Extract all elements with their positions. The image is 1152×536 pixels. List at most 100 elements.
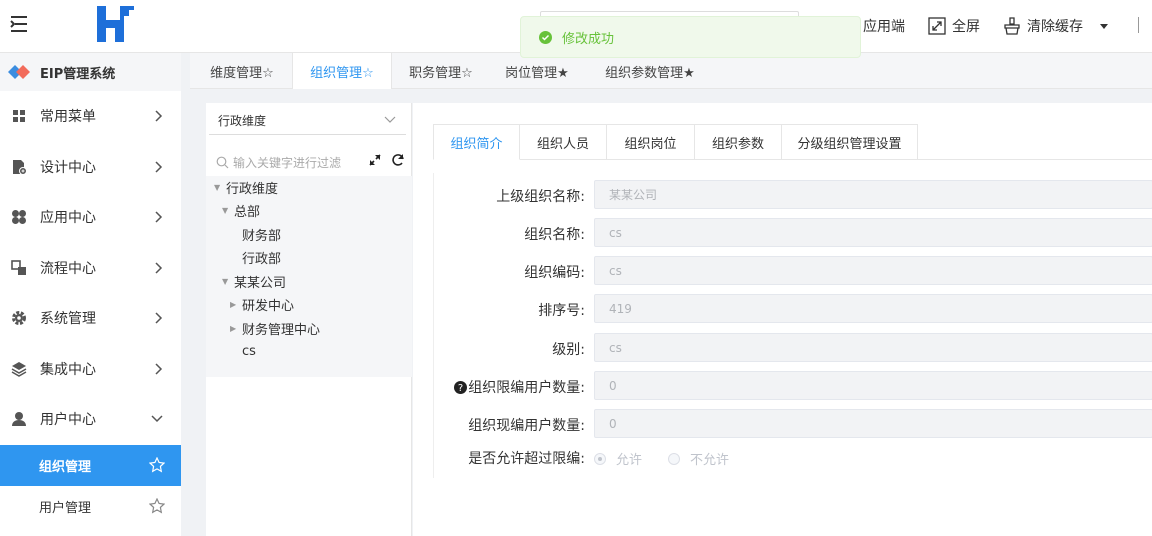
chevron-right-icon (155, 161, 163, 173)
tree-node-cs[interactable]: cs (242, 341, 256, 361)
sidebar-item-user-center[interactable]: 用户中心 (0, 394, 181, 445)
tab-duty-management[interactable]: 职务管理☆ (396, 53, 486, 89)
tree-node-headquarters[interactable]: ▼ 总部 (222, 200, 260, 220)
sidebar-item-label: 流程中心 (40, 260, 96, 277)
tab-label: 维度管理☆ (210, 65, 274, 81)
sidebar: EIP管理系统 常用菜单 设计中心 应用中心 流程中心 系统管理 集成中心 用户… (0, 53, 181, 536)
org-detail-panel: 组织简介 组织人员 组织岗位 组织参数 分级组织管理设置 上级组织名称: 某某公… (413, 103, 1152, 536)
tab-org-params-management[interactable]: 组织参数管理★ (595, 53, 705, 89)
current-users-field[interactable]: 0 (594, 409, 1152, 438)
app-root: 应用端 全屏 清除缓存 修改成功 EIP管理系统 常用菜单 设计中心 应用中心 … (0, 0, 1152, 536)
tab-label: 岗位管理★ (505, 65, 569, 81)
tree-node-finance-dept[interactable]: 财务部 (242, 224, 281, 244)
expand-icon[interactable] (368, 153, 382, 167)
sidebar-subitem-user-management[interactable]: 用户管理 (0, 486, 181, 527)
app-end-button[interactable]: 应用端 (863, 14, 905, 38)
grid-icon (10, 107, 28, 125)
refresh-icon[interactable] (391, 153, 405, 167)
sidebar-item-flow-center[interactable]: 流程中心 (0, 243, 181, 294)
tab-label: 组织简介 (450, 136, 503, 152)
tab-label: 组织管理☆ (310, 66, 374, 81)
user-limit-value: 0 (609, 378, 617, 393)
tab-org-management[interactable]: 组织管理☆ (292, 53, 392, 90)
tab-graded-org-settings[interactable]: 分级组织管理设置 (782, 124, 918, 160)
chevron-down-icon (384, 116, 396, 123)
org-tree-panel: 行政维度 输入关键字进行过滤 ▼ 行政维度 ▼ 总部 财务部 行政部 ▼ 某某公司 ▶… (206, 103, 412, 536)
chevron-right-icon (155, 363, 163, 375)
tree-node-label: 财务部 (242, 228, 282, 244)
sort-label: 排序号: (538, 303, 585, 319)
tree-node-dimension[interactable]: ▼ 行政维度 (214, 177, 278, 197)
form-row-org-name: 组织名称: cs (434, 218, 1152, 247)
tree-node-label: 某某公司 (234, 275, 287, 291)
tab-org-params[interactable]: 组织参数 (695, 124, 782, 160)
tab-label: 组织参数管理★ (605, 65, 695, 81)
caret-down-icon[interactable] (1099, 14, 1115, 38)
clear-cache-button[interactable]: 清除缓存 (1003, 14, 1083, 38)
tab-org-intro[interactable]: 组织简介 (433, 124, 520, 160)
tree-node-label: 总部 (234, 204, 261, 220)
tab-org-members[interactable]: 组织人员 (520, 124, 607, 160)
sidebar-item-system-management[interactable]: 系统管理 (0, 293, 181, 344)
clear-cache-label: 清除缓存 (1027, 19, 1083, 35)
sort-value: 419 (609, 301, 632, 316)
user-limit-label: ? 组织限编用户数量: (454, 377, 585, 397)
tree-node-finance-center[interactable]: ▶ 财务管理中心 (230, 318, 320, 338)
help-icon[interactable]: ? (454, 380, 468, 394)
chevron-right-icon (155, 211, 163, 223)
org-code-value: cs (609, 263, 622, 278)
tree-tools (368, 153, 405, 167)
tab-org-posts[interactable]: 组织岗位 (607, 124, 695, 160)
star-outline-icon[interactable] (149, 498, 165, 514)
sidebar-item-common-menu[interactable]: 常用菜单 (0, 91, 181, 142)
caret-right-icon: ▶ (230, 323, 237, 333)
broom-icon (1004, 17, 1020, 35)
parent-org-field[interactable]: 某某公司 (594, 180, 1152, 209)
form-row-current-users: 组织现编用户数量: 0 (434, 409, 1152, 438)
sidebar-brand: EIP管理系统 (0, 53, 181, 91)
sidebar-subitem-org-management[interactable]: 组织管理 (0, 444, 181, 486)
org-code-field[interactable]: cs (594, 256, 1152, 285)
sidebar-item-label: 常用菜单 (40, 109, 96, 126)
user-limit-field[interactable]: 0 (594, 371, 1152, 400)
h-logo-icon[interactable] (93, 4, 137, 44)
tree-node-admin-dept[interactable]: 行政部 (242, 247, 281, 267)
allow-radio-label: 允许 (616, 453, 643, 468)
design-icon (10, 158, 28, 176)
svg-text:?: ? (458, 383, 463, 394)
form-row-sort: 排序号: 419 (434, 294, 1152, 323)
tab-dimension-management[interactable]: 维度管理☆ (193, 53, 291, 89)
allow-exceed-radio-group: 允许 不允许 (594, 449, 729, 468)
tab-label: 组织人员 (536, 136, 589, 152)
menu-fold-icon[interactable] (10, 15, 28, 33)
org-code-label: 组织编码: (524, 265, 585, 281)
caret-right-icon: ▶ (230, 299, 237, 309)
apps-icon (10, 208, 28, 226)
chevron-right-icon (155, 312, 163, 324)
form-row-allow-exceed: 是否允许超过限编: 允许 不允许 (434, 442, 1152, 471)
sidebar-item-integration-center[interactable]: 集成中心 (0, 344, 181, 395)
allow-exceed-label: 是否允许超过限编: (468, 451, 585, 467)
chevron-right-icon (155, 262, 163, 274)
page-tabs: 维度管理☆ 组织管理☆ 职务管理☆ 岗位管理★ 组织参数管理★ (190, 53, 1152, 90)
flow-icon (10, 259, 28, 277)
tree-node-rd-center[interactable]: ▶ 研发中心 (230, 294, 294, 314)
tree-node-label: cs (242, 343, 256, 359)
sidebar-item-design-center[interactable]: 设计中心 (0, 142, 181, 193)
form-row-user-limit: ? 组织限编用户数量: 0 (434, 371, 1152, 400)
tab-post-management[interactable]: 岗位管理★ (492, 53, 582, 89)
toolbar-divider (1138, 17, 1139, 33)
deny-radio[interactable] (668, 452, 681, 465)
sort-field[interactable]: 419 (594, 294, 1152, 323)
star-outline-icon[interactable] (149, 457, 165, 473)
chevron-down-icon (151, 415, 163, 423)
fullscreen-button[interactable]: 全屏 (928, 14, 980, 38)
allow-radio[interactable] (594, 452, 606, 465)
org-name-field[interactable]: cs (594, 218, 1152, 247)
parent-org-value: 某某公司 (609, 188, 658, 202)
tree-node-company[interactable]: ▼ 某某公司 (222, 271, 286, 291)
sidebar-item-app-center[interactable]: 应用中心 (0, 192, 181, 243)
level-field[interactable]: cs (594, 333, 1152, 362)
tab-label: 职务管理☆ (409, 65, 473, 81)
dimension-select[interactable]: 行政维度 (209, 107, 406, 135)
